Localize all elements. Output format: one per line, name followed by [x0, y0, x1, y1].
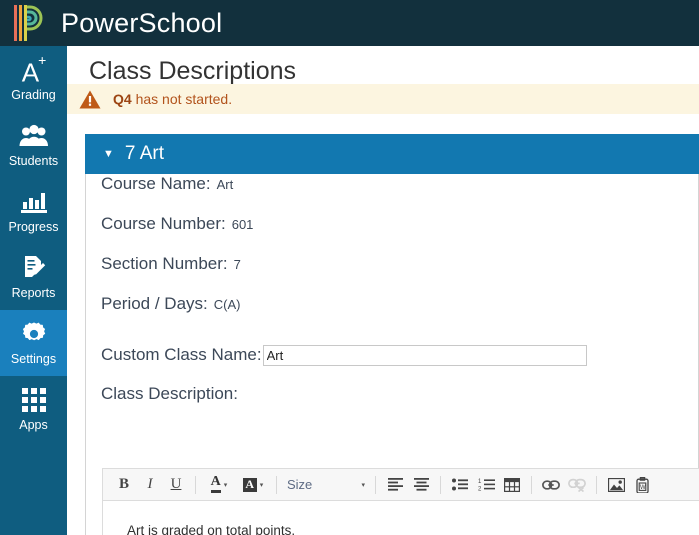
paste-from-word-button[interactable]: W — [629, 473, 655, 497]
field-value: C(A) — [213, 297, 241, 312]
sidebar-item-label: Grading — [11, 88, 56, 102]
numbered-list-button[interactable]: 1 2 — [473, 473, 499, 497]
align-left-button[interactable] — [382, 473, 408, 497]
custom-class-name-input[interactable] — [262, 344, 587, 366]
class-description-editor: B I U A ▾ A ▾ Size ▾ 1 2 W Art is graded… — [102, 468, 699, 535]
sidebar-item-grading[interactable]: A+ Grading — [0, 46, 67, 112]
bar-chart-icon — [0, 187, 67, 217]
toolbar-divider — [596, 475, 597, 494]
sidebar-item-students[interactable]: Students — [0, 112, 67, 178]
class-description-label: Class Description: — [101, 384, 238, 403]
document-pencil-icon — [0, 253, 67, 283]
unlink-button — [564, 473, 590, 497]
section-header-7-art[interactable]: ▼ 7 Art — [85, 134, 699, 174]
field-value: 7 — [233, 257, 241, 272]
toolbar-divider — [375, 475, 376, 494]
bullet-list-button[interactable] — [447, 473, 473, 497]
main-content: Class Descriptions Q4 has not started. ▼… — [67, 46, 699, 535]
sidebar-item-apps[interactable]: Apps — [0, 376, 67, 442]
text-color-a-icon: A — [210, 475, 221, 493]
highlight-color-button[interactable]: A ▾ — [236, 473, 270, 497]
toolbar-divider — [440, 475, 441, 494]
chevron-down-icon: ▾ — [259, 481, 264, 489]
toolbar-divider — [276, 475, 277, 494]
field-course-name: Course Name: Art — [86, 174, 698, 214]
svg-text:1: 1 — [478, 479, 482, 485]
sidebar-item-reports[interactable]: Reports — [0, 244, 67, 310]
term-warning-banner: Q4 has not started. — [67, 84, 699, 114]
grid-squares-icon — [0, 385, 67, 415]
field-label: Period / Days: — [101, 294, 208, 313]
field-course-number: Course Number: 601 — [86, 214, 698, 254]
class-description-textarea[interactable]: Art is graded on total points. — [102, 501, 699, 535]
sidebar-item-label: Progress — [8, 220, 59, 234]
a-plus-icon: A+ — [21, 52, 47, 88]
toolbar-divider — [531, 475, 532, 494]
highlight-a-icon: A — [242, 477, 257, 492]
powerschool-class-descriptions-screen: PowerSchool A+ Grading Students Progress… — [0, 0, 699, 535]
chevron-down-icon: ▾ — [223, 481, 228, 489]
svg-text:2: 2 — [478, 487, 482, 492]
custom-class-name-label: Custom Class Name: — [101, 345, 262, 364]
field-label: Section Number: — [101, 254, 228, 273]
text-color-button[interactable]: A ▾ — [202, 473, 236, 497]
field-value: 601 — [231, 217, 254, 232]
sidebar-item-label: Students — [8, 154, 59, 168]
warning-message: Q4 has not started. — [113, 91, 232, 107]
link-button[interactable] — [538, 473, 564, 497]
class-description-text: Art is graded on total points. — [127, 523, 296, 535]
powerschool-p-logo-icon — [13, 3, 47, 43]
toolbar-divider — [195, 475, 196, 494]
section-title: 7 Art — [124, 143, 164, 164]
sidebar-item-label: Reports — [11, 286, 56, 300]
svg-text:W: W — [640, 484, 646, 490]
table-button[interactable] — [499, 473, 525, 497]
gear-icon — [0, 319, 67, 349]
chevron-down-icon[interactable]: ▼ — [103, 148, 114, 160]
size-dropdown-label: Size — [287, 477, 313, 492]
field-custom-class-name: Custom Class Name: — [86, 334, 698, 376]
field-label: Course Number: — [101, 214, 226, 233]
field-class-description: Class Description: — [86, 376, 698, 412]
bold-button[interactable]: B — [111, 473, 137, 497]
underline-button[interactable]: U — [163, 473, 189, 497]
primary-navigation-sidebar: A+ Grading Students Progress Reports Set… — [0, 46, 67, 535]
warning-triangle-icon — [79, 90, 101, 109]
sidebar-item-label: Apps — [19, 418, 48, 432]
brand-title: PowerSchool — [61, 7, 223, 38]
page-title: Class Descriptions — [89, 57, 297, 85]
chevron-down-icon: ▾ — [361, 481, 365, 489]
field-label: Course Name: — [101, 174, 211, 193]
field-period-days: Period / Days: C(A) — [86, 294, 698, 334]
people-icon — [0, 121, 67, 151]
app-header: PowerSchool — [0, 0, 699, 46]
align-center-button[interactable] — [408, 473, 434, 497]
field-value: Art — [216, 177, 234, 192]
warning-term: Q4 — [113, 91, 132, 107]
size-dropdown[interactable]: Size ▾ — [285, 477, 369, 492]
image-button[interactable] — [603, 473, 629, 497]
sidebar-item-settings[interactable]: Settings — [0, 310, 67, 376]
section-body: Course Name: Art Course Number: 601 Sect… — [85, 174, 699, 535]
field-section-number: Section Number: 7 — [86, 254, 698, 294]
warning-message-text: has not started. — [135, 91, 233, 107]
sidebar-item-label: Settings — [10, 352, 57, 366]
editor-toolbar: B I U A ▾ A ▾ Size ▾ 1 2 W — [102, 468, 699, 501]
sidebar-item-progress[interactable]: Progress — [0, 178, 67, 244]
italic-button[interactable]: I — [137, 473, 163, 497]
